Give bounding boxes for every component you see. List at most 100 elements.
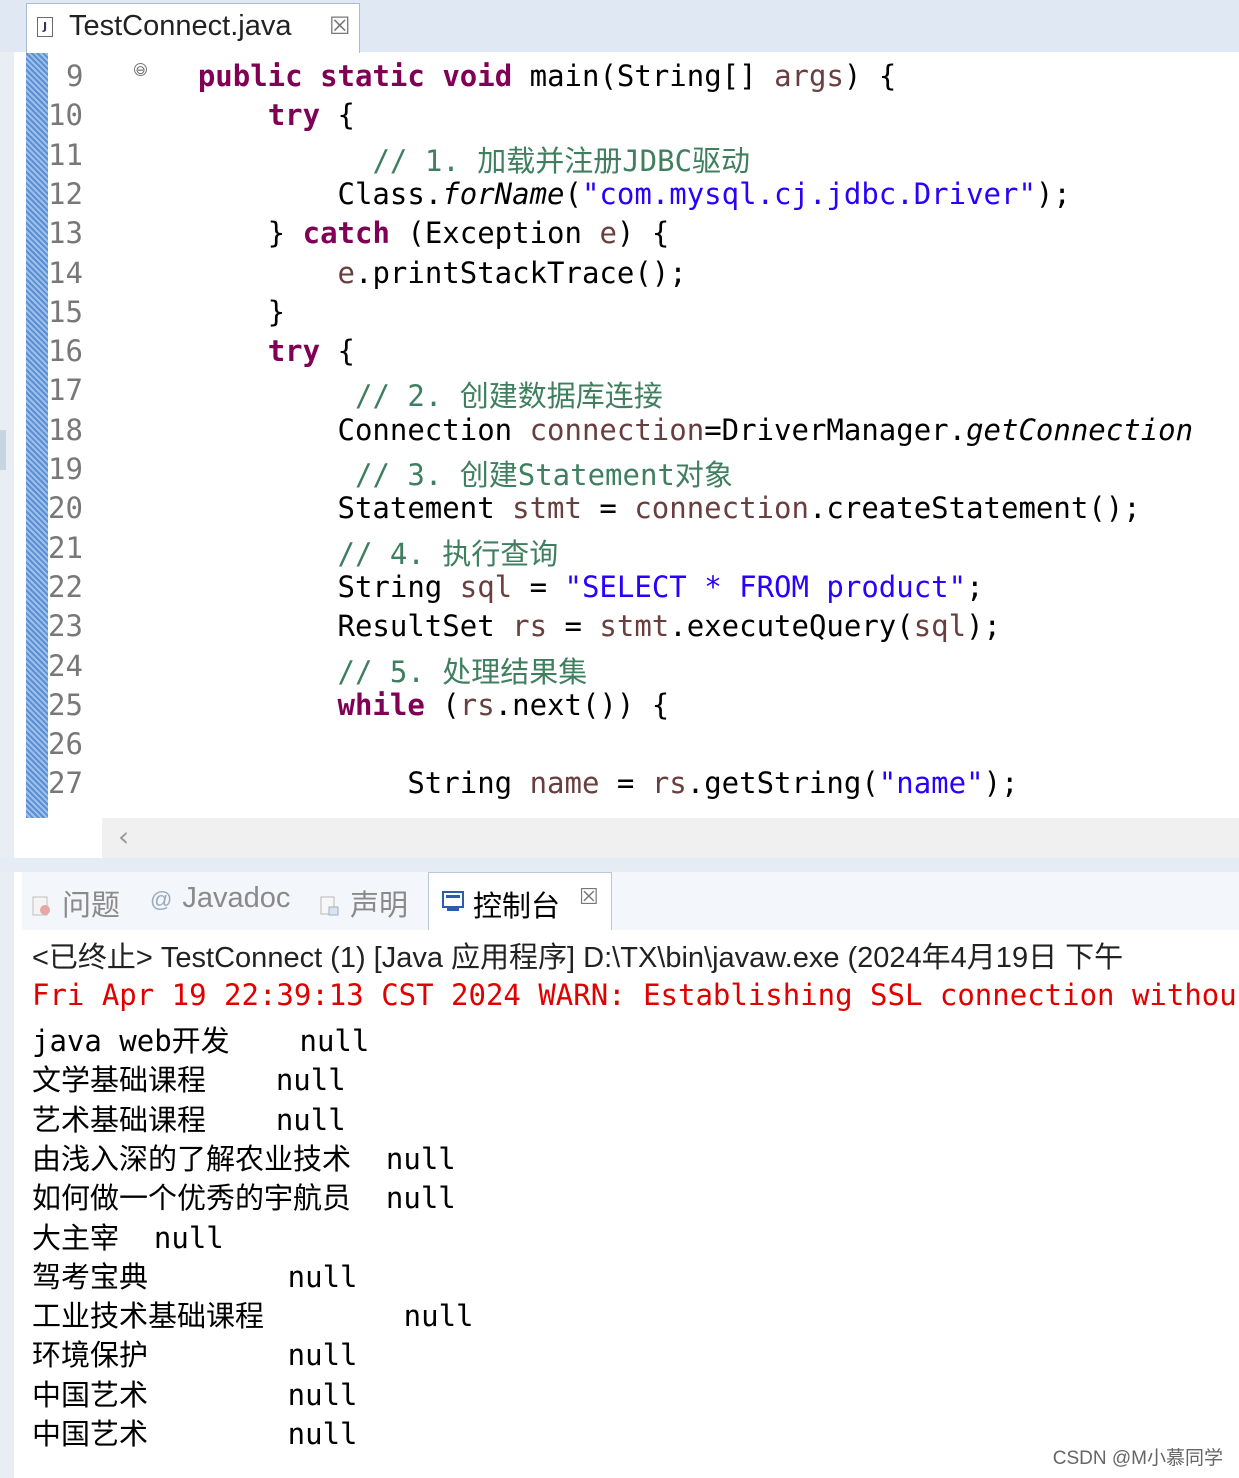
line-number: 18	[48, 412, 83, 447]
console-output-line: 大主宰 null	[32, 1220, 224, 1255]
code-line: String sql = "SELECT * FROM product";	[128, 570, 984, 604]
line-number: 27	[48, 766, 83, 801]
code-token: sql	[913, 609, 967, 644]
left-edge-marker	[0, 430, 6, 470]
tab-declaration-label: 声明	[350, 890, 409, 922]
code-token: stmt	[512, 491, 582, 526]
code-line: Connection connection=DriverManager.getC…	[128, 412, 1194, 447]
code-token: .getString(	[686, 766, 879, 801]
declaration-icon	[320, 896, 339, 916]
console-output-line: 中国艺术 null	[32, 1417, 358, 1451]
code-token: void	[442, 59, 513, 93]
line-number: 21	[48, 530, 83, 565]
code-token: =	[581, 491, 635, 526]
code-token: .next()) {	[494, 687, 670, 722]
code-token: // 3. 创建Statement对象	[354, 458, 733, 492]
watermark: CSDN @M小慕同学	[1052, 1448, 1223, 1469]
close-icon[interactable]: ☒	[579, 885, 599, 910]
horizontal-scrollbar[interactable]: ‹	[102, 818, 1239, 858]
at-icon: @	[150, 887, 173, 912]
tab-problems[interactable]: 问题	[30, 882, 120, 924]
code-token: name	[529, 766, 600, 801]
console-output-line: 如何做一个优秀的宇航员 null	[32, 1181, 456, 1216]
java-file-icon: J	[37, 17, 53, 37]
code-token: =DriverManager.	[704, 412, 967, 447]
line-number: 13	[48, 216, 83, 251]
code-line: Statement stmt = connection.createStatem…	[128, 491, 1141, 525]
code-token: public	[197, 59, 303, 93]
code-token: (	[564, 176, 582, 211]
code-token: );	[983, 766, 1019, 801]
code-token: Statement	[128, 491, 513, 526]
line-number: 16	[48, 334, 83, 369]
console-output[interactable]: <已终止> TestConnect (1) [Java 应用程序] D:\TX\…	[22, 930, 1239, 1478]
editor-tab-bar: J TestConnect.java ☒	[0, 0, 1239, 53]
console-icon	[442, 891, 464, 911]
chevron-left-icon[interactable]: ‹	[118, 820, 129, 853]
code-editor[interactable]: ⊖ 9 10 11 12 13 14 15 16 17 18 19 20 21 22 23 24 25 26 27 …	[26, 53, 1239, 818]
console-output-line: 文学基础课程 null	[32, 1063, 346, 1098]
code-token: // 5. 处理结果集	[337, 654, 588, 689]
code-token: rs	[512, 609, 548, 644]
code-line: public static void main(String[] args) {	[128, 59, 896, 93]
problems-icon	[32, 896, 50, 916]
editor-overview-ruler	[26, 53, 48, 818]
console-warning-line: Fri Apr 19 22:39:13 CST 2024 WARN: Estab…	[32, 978, 1237, 1012]
code-area[interactable]: public static void main(String[] args) {…	[128, 53, 1239, 818]
code-token: "com.mysql.cj.jdbc.Driver"	[581, 176, 1036, 211]
close-icon[interactable]: ☒	[329, 12, 351, 40]
code-token: =	[512, 569, 565, 604]
console-tab-bar: 问题 @ Javadoc 声明 控制台 ☒	[22, 872, 1239, 930]
code-line: try {	[128, 98, 355, 132]
code-token: "SELECT * FROM product"	[564, 569, 967, 604]
code-token: ) {	[616, 216, 670, 251]
code-token: }	[128, 294, 286, 329]
code-line: // 2. 创建数据库连接	[128, 373, 663, 415]
tab-javadoc[interactable]: @ Javadoc	[150, 882, 290, 915]
panel-divider[interactable]	[0, 858, 1239, 872]
code-token: "name"	[878, 766, 984, 801]
code-token: );	[1035, 176, 1071, 211]
code-line: // 4. 执行查询	[128, 531, 559, 573]
console-output-line: 中国艺术 null	[32, 1377, 358, 1412]
code-token: =	[599, 766, 652, 801]
tab-problems-label: 问题	[62, 890, 121, 922]
code-token: =	[547, 609, 600, 644]
tab-javadoc-label: Javadoc	[182, 882, 291, 914]
code-token: sql	[459, 569, 513, 604]
line-number: 23	[48, 609, 83, 644]
code-token: Class.	[128, 176, 443, 211]
line-number: 14	[48, 255, 83, 290]
tab-declaration[interactable]: 声明	[318, 882, 408, 924]
line-number: 17	[48, 373, 83, 408]
code-line: while (rs.next()) {	[128, 687, 670, 722]
code-token: (	[424, 687, 460, 722]
editor-tab-testconnect[interactable]: J TestConnect.java ☒	[26, 3, 360, 53]
console-status-header: <已终止> TestConnect (1) [Java 应用程序] D:\TX\…	[32, 942, 1124, 974]
code-token: (Exception	[389, 216, 600, 251]
line-number: 22	[48, 569, 83, 604]
line-number: 26	[48, 727, 83, 762]
line-number: 24	[48, 648, 83, 683]
line-number: 11	[48, 137, 83, 172]
code-token: ResultSet	[128, 609, 513, 644]
code-token: forName	[442, 176, 565, 211]
code-token: {	[320, 98, 355, 133]
line-number: 19	[48, 452, 83, 486]
code-token: try	[267, 98, 321, 133]
code-token: rs	[651, 766, 687, 801]
code-token: String	[128, 569, 460, 604]
code-token: e	[599, 216, 617, 251]
code-token: // 4. 执行查询	[337, 536, 559, 571]
console-output-line: 工业技术基础课程 null	[32, 1299, 474, 1334]
tab-console[interactable]: 控制台 ☒	[428, 872, 612, 930]
